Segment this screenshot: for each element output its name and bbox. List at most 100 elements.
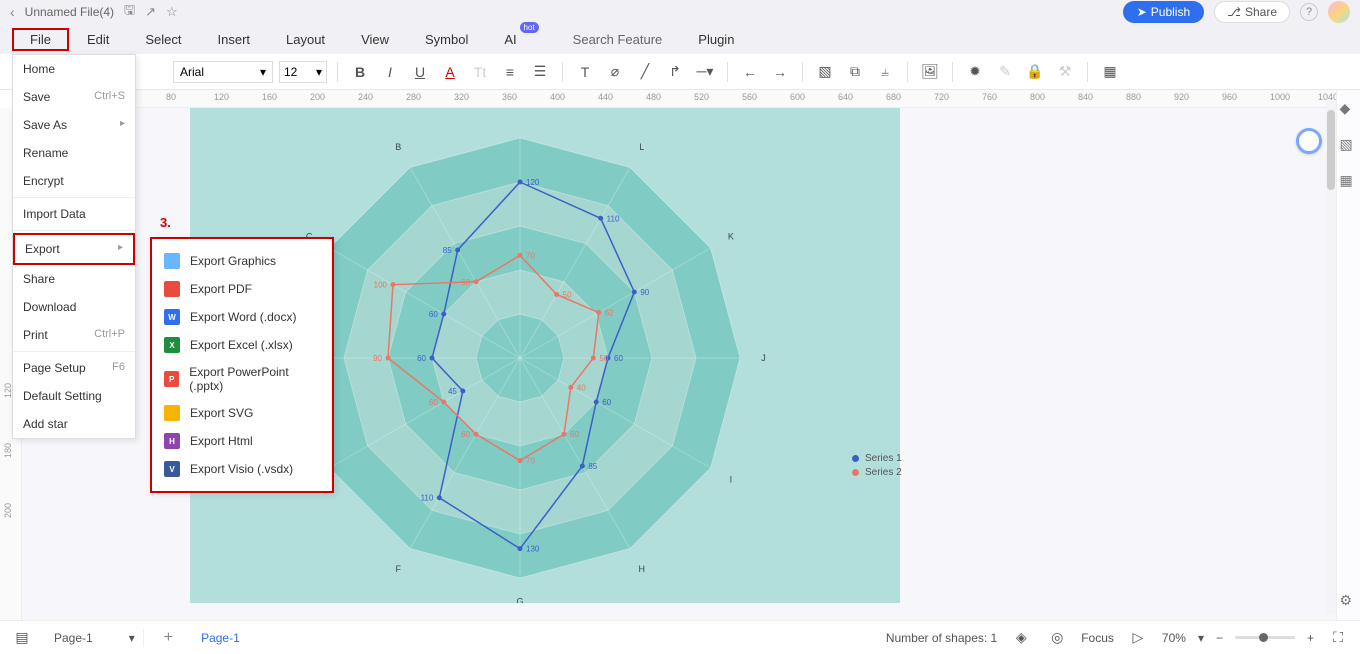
file-menu-defaults[interactable]: Default Setting [13,382,135,410]
layers-icon[interactable]: ◈ [1009,626,1033,650]
file-menu-encrypt[interactable]: Encrypt [13,167,135,195]
file-menu-import[interactable]: Import Data [13,200,135,228]
save-icon[interactable]: 🖫 [124,1,135,23]
file-menu-download[interactable]: Download [13,293,135,321]
scrollbar-thumb[interactable] [1327,110,1335,190]
grid-icon[interactable]: ▦ [1340,172,1358,190]
export-option[interactable]: HExport Html [152,427,332,455]
share-button[interactable]: ⎇Share [1214,1,1290,23]
export-option[interactable]: Export PDF [152,275,332,303]
export-option[interactable]: W Export Word (.docx) [152,303,332,331]
page-tab-1[interactable]: Page-1 [193,627,248,649]
align-button[interactable]: ≡ [498,60,522,84]
menu-layout[interactable]: Layout [268,28,343,51]
file-type-icon: W [164,309,180,325]
chevron-right-icon: ▸ [118,242,123,256]
star-icon[interactable]: ☆ [166,4,178,20]
font-color-button[interactable]: A [438,60,462,84]
no-fill-button[interactable]: ⌀ [603,60,627,84]
titlebar: ‹ Unnamed File(4) 🖫 ↗ ☆ ➤Publish ⎇Share … [0,0,1360,24]
play-icon[interactable]: ▷ [1126,626,1150,650]
svg-text:F: F [396,564,402,574]
guide-circle[interactable] [1296,128,1322,154]
align-objects-button[interactable]: ⫨ [873,60,897,84]
menu-view[interactable]: View [343,28,407,51]
menu-ai[interactable]: AIhot [486,28,534,51]
chevron-down-icon[interactable]: ▾ [1198,631,1204,645]
file-menu-print[interactable]: PrintCtrl+P [13,321,135,349]
arrow-start-button[interactable]: ← [738,60,762,84]
tools-button[interactable]: ⚒ [1053,60,1077,84]
file-type-icon [164,281,180,297]
arrow-end-button[interactable]: → [768,60,792,84]
publish-button[interactable]: ➤Publish [1123,1,1204,23]
file-menu-rename[interactable]: Rename [13,139,135,167]
fullscreen-icon[interactable]: ⛶ [1326,626,1350,650]
menu-edit[interactable]: Edit [69,28,127,51]
font-size-select[interactable]: 12▾ [279,61,327,83]
svg-text:60: 60 [461,430,470,439]
export-option[interactable]: VExport Visio (.vsdx) [152,455,332,483]
case-button[interactable]: Tt [468,60,492,84]
file-menu-addstar[interactable]: Add star [13,410,135,438]
image-button[interactable]: 🖼 [918,60,942,84]
svg-text:J: J [761,353,766,363]
zoom-slider[interactable] [1235,636,1295,639]
edit-button[interactable]: ✎ [993,60,1017,84]
help-icon[interactable]: ? [1300,3,1318,21]
zoom-slider-knob[interactable] [1259,633,1268,642]
line-style-button[interactable]: ─▾ [693,60,717,84]
vertical-scrollbar[interactable] [1326,100,1336,614]
italic-button[interactable]: I [378,60,402,84]
settings-icon[interactable]: ⚙ [1340,592,1358,610]
file-menu-pagesetup[interactable]: Page SetupF6 [13,354,135,382]
export-option-label: Export Html [190,434,253,448]
focus-label[interactable]: Focus [1081,631,1114,645]
menu-insert[interactable]: Insert [200,28,269,51]
menu-search-feature[interactable]: Search Feature [555,28,681,51]
zoom-out-button[interactable]: − [1216,631,1223,645]
fill-icon[interactable]: ◆ [1340,100,1358,118]
zoom-in-button[interactable]: + [1307,631,1314,645]
layout-icon[interactable]: ▤ [10,626,34,650]
file-type-icon [164,405,180,421]
table-button[interactable]: ▦ [1098,60,1122,84]
group-button[interactable]: ▧ [813,60,837,84]
text-tool-button[interactable]: T [573,60,597,84]
export-option[interactable]: Export Graphics [152,247,332,275]
add-page-button[interactable]: + [156,629,181,647]
file-menu-share[interactable]: Share [13,265,135,293]
file-menu-export[interactable]: Export▸ [13,233,135,265]
copy-style-button[interactable]: ⧉ [843,60,867,84]
avatar[interactable] [1328,1,1350,23]
page-select[interactable]: Page-1▾ [46,629,144,647]
layers-icon[interactable]: ▧ [1340,136,1358,154]
export-option[interactable]: XExport Excel (.xlsx) [152,331,332,359]
zoom-value[interactable]: 70% [1162,631,1186,645]
svg-text:50: 50 [599,354,608,363]
export-option-label: Export Word (.docx) [190,310,296,324]
font-select[interactable]: Arial▾ [173,61,273,83]
effects-button[interactable]: ✹ [963,60,987,84]
file-menu-save[interactable]: SaveCtrl+S [13,83,135,111]
svg-text:45: 45 [448,387,457,396]
line-color-button[interactable]: ╱ [633,60,657,84]
menu-select[interactable]: Select [127,28,199,51]
file-menu-saveas[interactable]: Save As▸ [13,111,135,139]
back-icon[interactable]: ‹ [10,4,15,20]
underline-button[interactable]: U [408,60,432,84]
spacing-button[interactable]: ☰ [528,60,552,84]
menu-plugin[interactable]: Plugin [680,28,752,51]
export-option[interactable]: Export SVG [152,399,332,427]
menu-file[interactable]: File [12,28,69,51]
menu-symbol[interactable]: Symbol [407,28,486,51]
file-menu-home[interactable]: Home [13,55,135,83]
svg-text:40: 40 [577,383,586,392]
export-option[interactable]: PExport PowerPoint (.pptx) [152,359,332,399]
share-link-icon[interactable]: ↗ [145,4,156,20]
lock-button[interactable]: 🔒 [1023,60,1047,84]
filename: Unnamed File(4) [25,5,114,19]
bold-button[interactable]: B [348,60,372,84]
focus-icon[interactable]: ◎ [1045,626,1069,650]
connector-button[interactable]: ↱ [663,60,687,84]
